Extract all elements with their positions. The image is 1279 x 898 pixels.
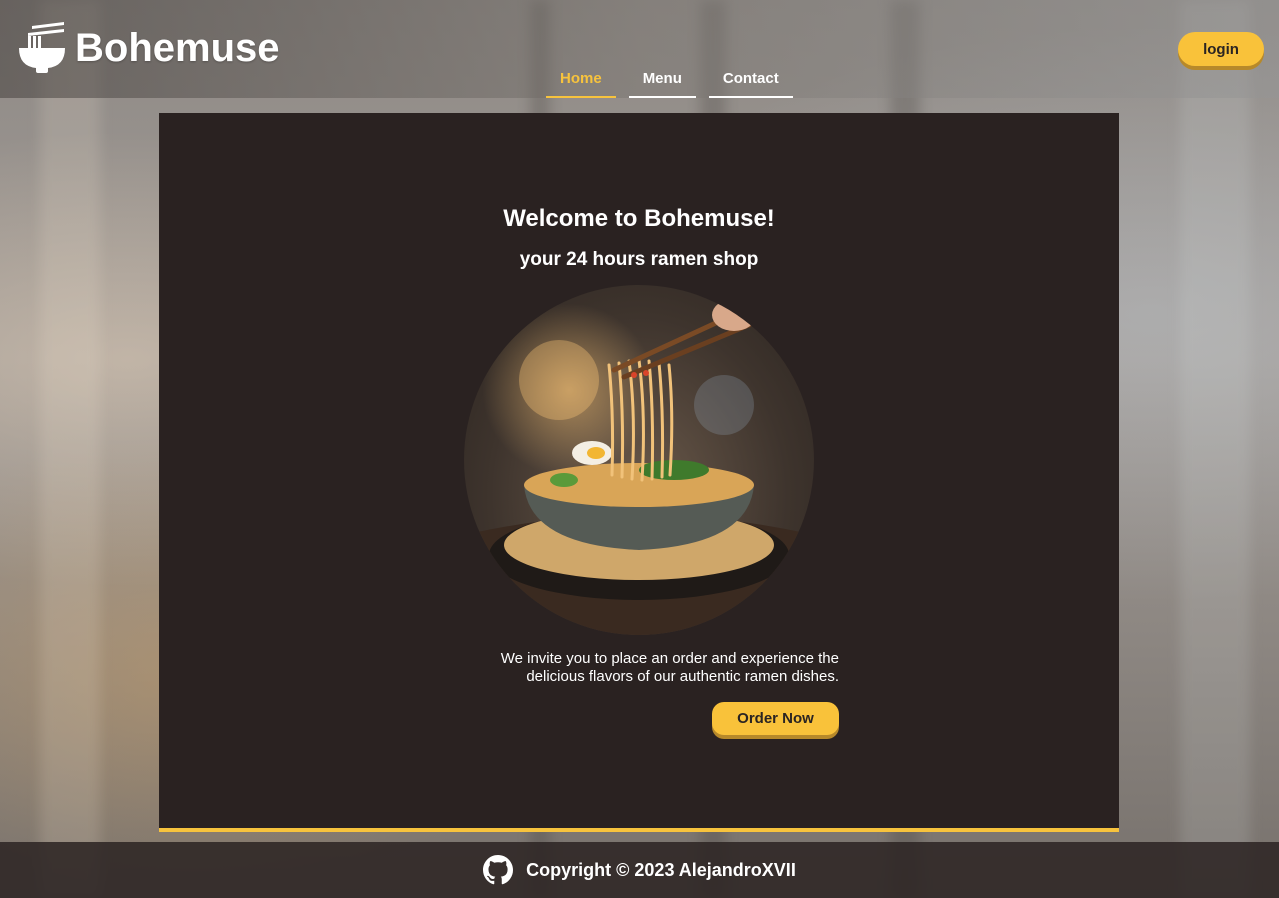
main-nav: Home Menu Contact [546, 62, 806, 98]
order-now-button[interactable]: Order Now [712, 702, 839, 735]
site-footer: Copyright © 2023 AlejandroXVII [0, 842, 1279, 898]
github-icon[interactable] [483, 855, 514, 885]
brand-name: Bohemuse [75, 25, 280, 70]
login-button[interactable]: login [1178, 32, 1264, 66]
invite-text: We invite you to place an order and expe… [500, 650, 839, 685]
ramen-bowl-icon [19, 22, 65, 73]
nav-menu[interactable]: Menu [628, 62, 696, 98]
welcome-panel: Welcome to Bohemuse! your 24 hours ramen… [159, 113, 1119, 832]
nav-contact[interactable]: Contact [708, 62, 793, 98]
copyright-text: Copyright © 2023 AlejandroXVII [526, 859, 796, 880]
site-header: Bohemuse Home Menu Contact login [0, 0, 1279, 98]
welcome-subtitle: your 24 hours ramen shop [519, 249, 759, 270]
welcome-title: Welcome to Bohemuse! [503, 205, 775, 232]
nav-home[interactable]: Home [546, 62, 616, 98]
ramen-bowl-photo [464, 285, 814, 635]
brand[interactable]: Bohemuse [18, 22, 280, 74]
